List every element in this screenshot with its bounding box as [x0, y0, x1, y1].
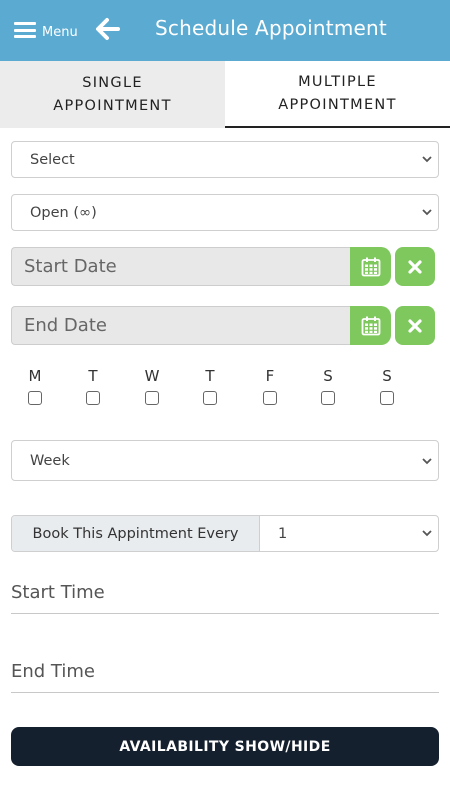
- x-icon: [408, 259, 422, 274]
- weekday-checkbox[interactable]: [203, 391, 217, 405]
- recurrence-select[interactable]: Open (∞): [11, 194, 439, 231]
- weekday-label: M: [28, 367, 42, 385]
- weekday-label: F: [265, 367, 275, 385]
- tab-single-appointment[interactable]: SINGLE APPOINTMENT: [0, 61, 225, 128]
- start-date-group: Start Date: [11, 247, 391, 286]
- end-date-calendar-button[interactable]: [350, 306, 391, 345]
- tab-label-line2: APPOINTMENT: [53, 97, 172, 114]
- end-time-input[interactable]: End Time: [11, 651, 439, 693]
- x-icon: [408, 318, 422, 333]
- weekday-checkbox[interactable]: [321, 391, 335, 405]
- availability-button-label: AVAILABILITY SHOW/HIDE: [119, 738, 331, 755]
- end-date-clear-button[interactable]: [395, 306, 435, 345]
- start-time-input[interactable]: Start Time: [11, 572, 439, 614]
- weekday-sunday: S: [372, 366, 402, 405]
- menu-button[interactable]: Menu: [14, 18, 78, 42]
- book-every-label: Book This Appintment Every: [12, 516, 260, 551]
- tab-multiple-appointment[interactable]: MULTIPLE APPOINTMENT: [225, 61, 450, 128]
- calendar-icon: [361, 257, 380, 276]
- weekday-wednesday: W: [137, 366, 167, 405]
- chevron-down-icon: [422, 209, 432, 216]
- end-time-placeholder: End Time: [11, 661, 95, 682]
- back-button[interactable]: [95, 17, 121, 41]
- service-select[interactable]: Select: [11, 141, 439, 178]
- weekday-saturday: S: [313, 366, 343, 405]
- tab-label-line1: SINGLE: [82, 74, 143, 91]
- chevron-down-icon: [422, 458, 432, 465]
- tab-label-line1: MULTIPLE: [298, 73, 377, 90]
- hamburger-icon: [14, 22, 36, 38]
- weekday-monday: M: [20, 366, 50, 405]
- weekday-checkbox[interactable]: [263, 391, 277, 405]
- period-select-value: Week: [30, 452, 70, 469]
- weekday-friday: F: [255, 366, 285, 405]
- availability-toggle-button[interactable]: AVAILABILITY SHOW/HIDE: [11, 727, 439, 766]
- weekday-checkbox[interactable]: [380, 391, 394, 405]
- weekday-selector: M T W T F S S: [0, 366, 450, 410]
- appointment-tabs: SINGLE APPOINTMENT MULTIPLE APPOINTMENT: [0, 61, 450, 128]
- tab-label-line2: APPOINTMENT: [278, 96, 397, 113]
- start-date-input[interactable]: Start Date: [11, 247, 350, 286]
- book-every-value: 1: [278, 525, 288, 542]
- end-date-input[interactable]: End Date: [11, 306, 350, 345]
- weekday-label: S: [323, 367, 333, 385]
- chevron-down-icon: [422, 530, 432, 537]
- book-every-group: Book This Appintment Every 1: [11, 515, 439, 552]
- start-time-placeholder: Start Time: [11, 582, 105, 603]
- calendar-icon: [361, 316, 380, 335]
- start-date-calendar-button[interactable]: [350, 247, 391, 286]
- end-date-group: End Date: [11, 306, 391, 345]
- service-select-value: Select: [30, 151, 75, 168]
- weekday-label: W: [144, 367, 160, 385]
- weekday-checkbox[interactable]: [145, 391, 159, 405]
- recurrence-select-value: Open (∞): [30, 204, 97, 221]
- weekday-tuesday: T: [78, 366, 108, 405]
- end-date-placeholder: End Date: [24, 315, 107, 336]
- weekday-label: T: [205, 367, 215, 385]
- page-title: Schedule Appointment: [155, 16, 387, 40]
- menu-label: Menu: [42, 24, 78, 40]
- book-every-select[interactable]: 1: [260, 516, 438, 551]
- start-date-placeholder: Start Date: [24, 256, 117, 277]
- app-header: Menu Schedule Appointment: [0, 0, 450, 61]
- weekday-checkbox[interactable]: [86, 391, 100, 405]
- chevron-down-icon: [422, 156, 432, 163]
- weekday-thursday: T: [195, 366, 225, 405]
- weekday-checkbox[interactable]: [28, 391, 42, 405]
- weekday-label: T: [88, 367, 98, 385]
- weekday-label: S: [382, 367, 392, 385]
- period-select[interactable]: Week: [11, 440, 439, 481]
- start-date-clear-button[interactable]: [395, 247, 435, 286]
- arrow-left-icon: [96, 18, 120, 40]
